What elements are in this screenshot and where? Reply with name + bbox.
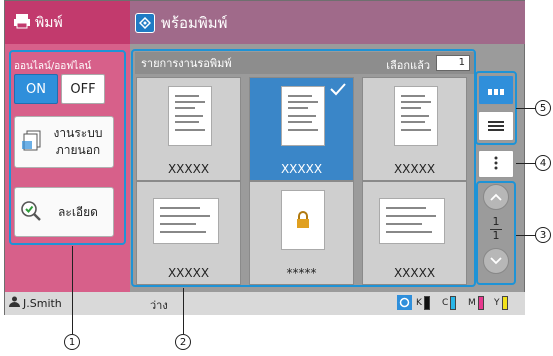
online-off-button[interactable]: OFF — [61, 74, 105, 104]
user-name: J.Smith — [23, 296, 62, 310]
ink-m-label: M — [468, 298, 476, 308]
ready-icon — [135, 12, 155, 33]
more-options-button[interactable] — [478, 150, 514, 178]
online-on-button[interactable]: ON — [14, 74, 58, 104]
callout-4: 4 — [535, 155, 551, 171]
ready-title: พร้อมพิมพ์ — [161, 13, 228, 32]
user-icon — [9, 296, 20, 310]
external-jobs-button[interactable]: งานระบบ ภายนอก — [14, 116, 114, 168]
print-title: พิมพ์ — [35, 14, 63, 31]
magnifier-check-icon — [19, 199, 43, 226]
callout-3: 3 — [535, 227, 551, 243]
details-button[interactable]: ละเอียด — [14, 187, 114, 237]
view-toggle-highlight — [475, 71, 517, 145]
ink-m: M — [468, 296, 484, 310]
ink-y-label: Y — [494, 298, 500, 308]
callout-line-2 — [183, 288, 185, 334]
callout-line-3 — [516, 235, 536, 237]
ink-c: C — [442, 296, 457, 310]
user-info[interactable]: J.Smith — [9, 296, 62, 310]
job-list-highlight — [131, 49, 476, 287]
printer-icon — [13, 13, 31, 33]
printer-state: ว่าง — [150, 299, 168, 312]
sync-icon — [397, 295, 412, 313]
online-offline-label: ออนไลน์/ออฟไลน์ — [14, 61, 92, 72]
more-vertical-icon — [494, 155, 498, 174]
callout-2: 2 — [175, 334, 191, 350]
callout-5: 5 — [535, 100, 551, 116]
callout-1: 1 — [64, 334, 80, 350]
callout-line-4 — [516, 163, 536, 165]
details-label: ละเอียด — [58, 204, 98, 219]
external-line2: ภายนอก — [55, 143, 101, 157]
callout-line-1 — [72, 246, 74, 334]
ink-k: K — [416, 296, 430, 310]
pager-highlight — [476, 181, 516, 285]
status-bar: J.Smith ว่าง K C M Y — [5, 292, 525, 315]
ink-y: Y — [494, 296, 508, 310]
print-header[interactable]: พิมพ์ — [5, 1, 130, 44]
ready-header: พร้อมพิมพ์ — [130, 1, 525, 44]
printer-screen: พิมพ์ พร้อมพิมพ์ ออนไลน์/ออฟไลน์ ON OFF … — [4, 0, 525, 315]
ink-k-label: K — [416, 298, 422, 308]
ink-c-label: C — [442, 298, 449, 308]
document-stack-icon — [21, 129, 43, 156]
external-line1: งานระบบ — [53, 126, 103, 140]
callout-line-5 — [516, 108, 536, 110]
